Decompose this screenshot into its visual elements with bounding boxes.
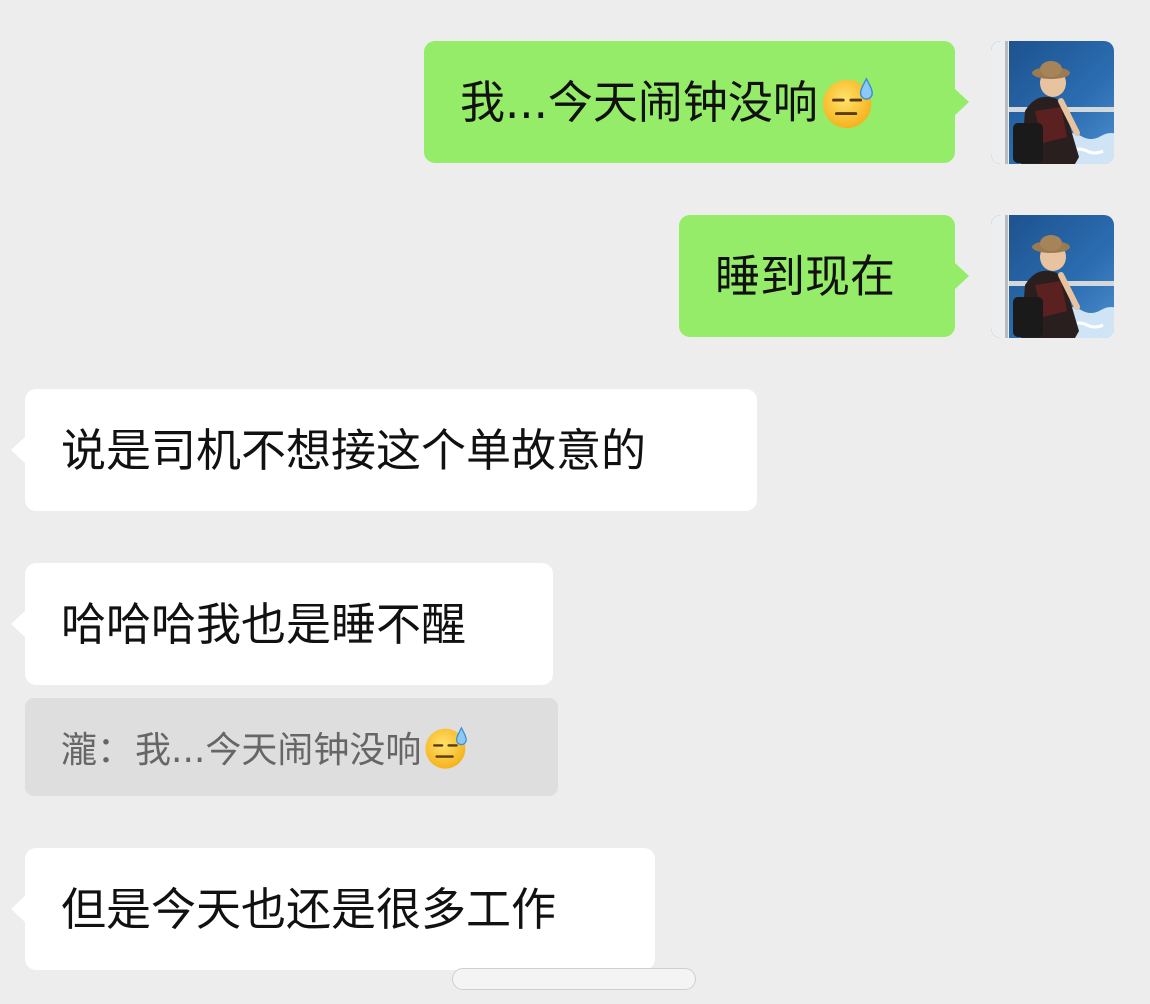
message-bubble-outgoing[interactable]: 睡到现在 (679, 215, 969, 337)
message-text: 说是司机不想接这个单故意的 (61, 423, 647, 477)
sweat-expressionless-emoji (423, 723, 471, 771)
message-text: 我...今天闹钟没响 (460, 75, 818, 129)
quote-text: 我...今天闹钟没响 (135, 730, 422, 771)
quote-separator: ： (97, 730, 134, 771)
message-text: 睡到现在 (715, 249, 896, 303)
message-bubble-outgoing[interactable]: 我...今天闹钟没响 (424, 41, 969, 163)
avatar[interactable] (991, 215, 1114, 338)
scroll-indicator[interactable] (452, 968, 696, 990)
sweat-expressionless-emoji (820, 73, 878, 131)
message-bubble-incoming[interactable]: 但是今天也还是很多工作 (11, 848, 655, 970)
avatar[interactable] (991, 41, 1114, 164)
message-text: 但是今天也还是很多工作 (61, 882, 557, 936)
quoted-message[interactable]: 瀧 ： 我...今天闹钟没响 (25, 698, 558, 796)
quote-author: 瀧 (61, 730, 98, 771)
message-bubble-incoming[interactable]: 哈哈哈我也是睡不醒 (11, 563, 553, 685)
message-bubble-incoming[interactable]: 说是司机不想接这个单故意的 (11, 389, 757, 511)
message-text: 哈哈哈我也是睡不醒 (61, 597, 467, 651)
